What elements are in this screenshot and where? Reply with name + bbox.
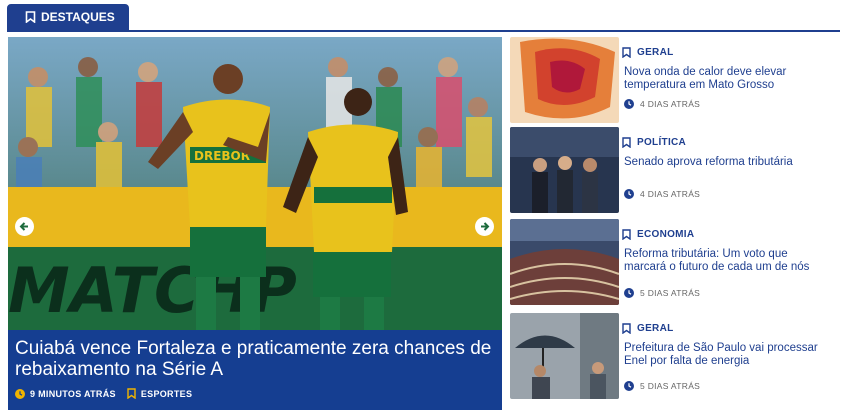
news-category-label: ECONOMIA <box>637 229 695 240</box>
news-thumbnail <box>510 219 619 305</box>
news-time: 4 DIAS ATRÁS <box>624 99 700 109</box>
news-time: 4 DIAS ATRÁS <box>624 189 700 199</box>
section-label: DESTAQUES <box>41 10 115 24</box>
arrow-left-icon <box>19 222 28 231</box>
news-category-label: POLÍTICA <box>637 137 687 148</box>
news-category[interactable]: GERAL <box>622 47 674 58</box>
hero-photo: MATCHP DREBOR <box>8 37 502 330</box>
section-tab[interactable]: DESTAQUES <box>7 4 129 30</box>
news-item[interactable]: GERAL Prefeitura de São Paulo vai proces… <box>510 313 840 399</box>
news-time: 5 DIAS ATRÁS <box>624 288 700 298</box>
clock-icon <box>624 381 634 391</box>
bookmark-icon <box>622 229 631 240</box>
bookmark-icon <box>622 47 631 58</box>
hero-card[interactable]: MATCHP DREBOR Cuiabá vence Fortaleza e p… <box>8 37 502 410</box>
bookmark-icon <box>25 11 36 23</box>
news-item[interactable]: GERAL Nova onda de calor deve elevar tem… <box>510 37 840 123</box>
news-time-label: 4 DIAS ATRÁS <box>640 99 701 109</box>
news-thumbnail <box>510 313 619 399</box>
news-thumbnail <box>510 127 619 213</box>
news-time-label: 5 DIAS ATRÁS <box>640 381 701 391</box>
arrow-right-icon <box>481 222 490 231</box>
carousel-prev-button[interactable] <box>15 217 34 236</box>
clock-icon <box>15 388 25 399</box>
news-title[interactable]: Senado aprova reforma tributária <box>624 156 829 169</box>
carousel-next-button[interactable] <box>475 217 494 236</box>
hero-title[interactable]: Cuiabá vence Fortaleza e praticamente ze… <box>15 338 499 380</box>
news-time-label: 4 DIAS ATRÁS <box>640 189 701 199</box>
bookmark-icon <box>127 388 136 399</box>
news-time-label: 5 DIAS ATRÁS <box>640 288 701 298</box>
clock-icon <box>624 189 634 199</box>
news-category[interactable]: POLÍTICA <box>622 137 686 148</box>
section-underline <box>7 30 840 32</box>
news-item[interactable]: ECONOMIA Reforma tributária: Um voto que… <box>510 219 840 305</box>
clock-icon <box>624 99 634 109</box>
hero-meta: 9 MINUTOS ATRÁS ESPORTES <box>15 388 192 399</box>
news-time: 5 DIAS ATRÁS <box>624 381 700 391</box>
news-category[interactable]: ECONOMIA <box>622 229 694 240</box>
clock-icon <box>624 288 634 298</box>
news-item[interactable]: POLÍTICA Senado aprova reforma tributári… <box>510 127 840 213</box>
hero-time: 9 MINUTOS ATRÁS <box>30 388 116 399</box>
news-thumbnail <box>510 37 619 123</box>
news-title[interactable]: Reforma tributária: Um voto que marcará … <box>624 248 829 274</box>
news-category[interactable]: GERAL <box>622 323 674 334</box>
hero-category[interactable]: ESPORTES <box>141 389 192 399</box>
news-category-label: GERAL <box>637 323 674 334</box>
bookmark-icon <box>622 323 631 334</box>
hero-caption: Cuiabá vence Fortaleza e praticamente ze… <box>8 330 502 410</box>
news-title[interactable]: Nova onda de calor deve elevar temperatu… <box>624 66 829 92</box>
news-title[interactable]: Prefeitura de São Paulo vai processar En… <box>624 342 829 368</box>
bookmark-icon <box>622 137 631 148</box>
news-category-label: GERAL <box>637 47 674 58</box>
